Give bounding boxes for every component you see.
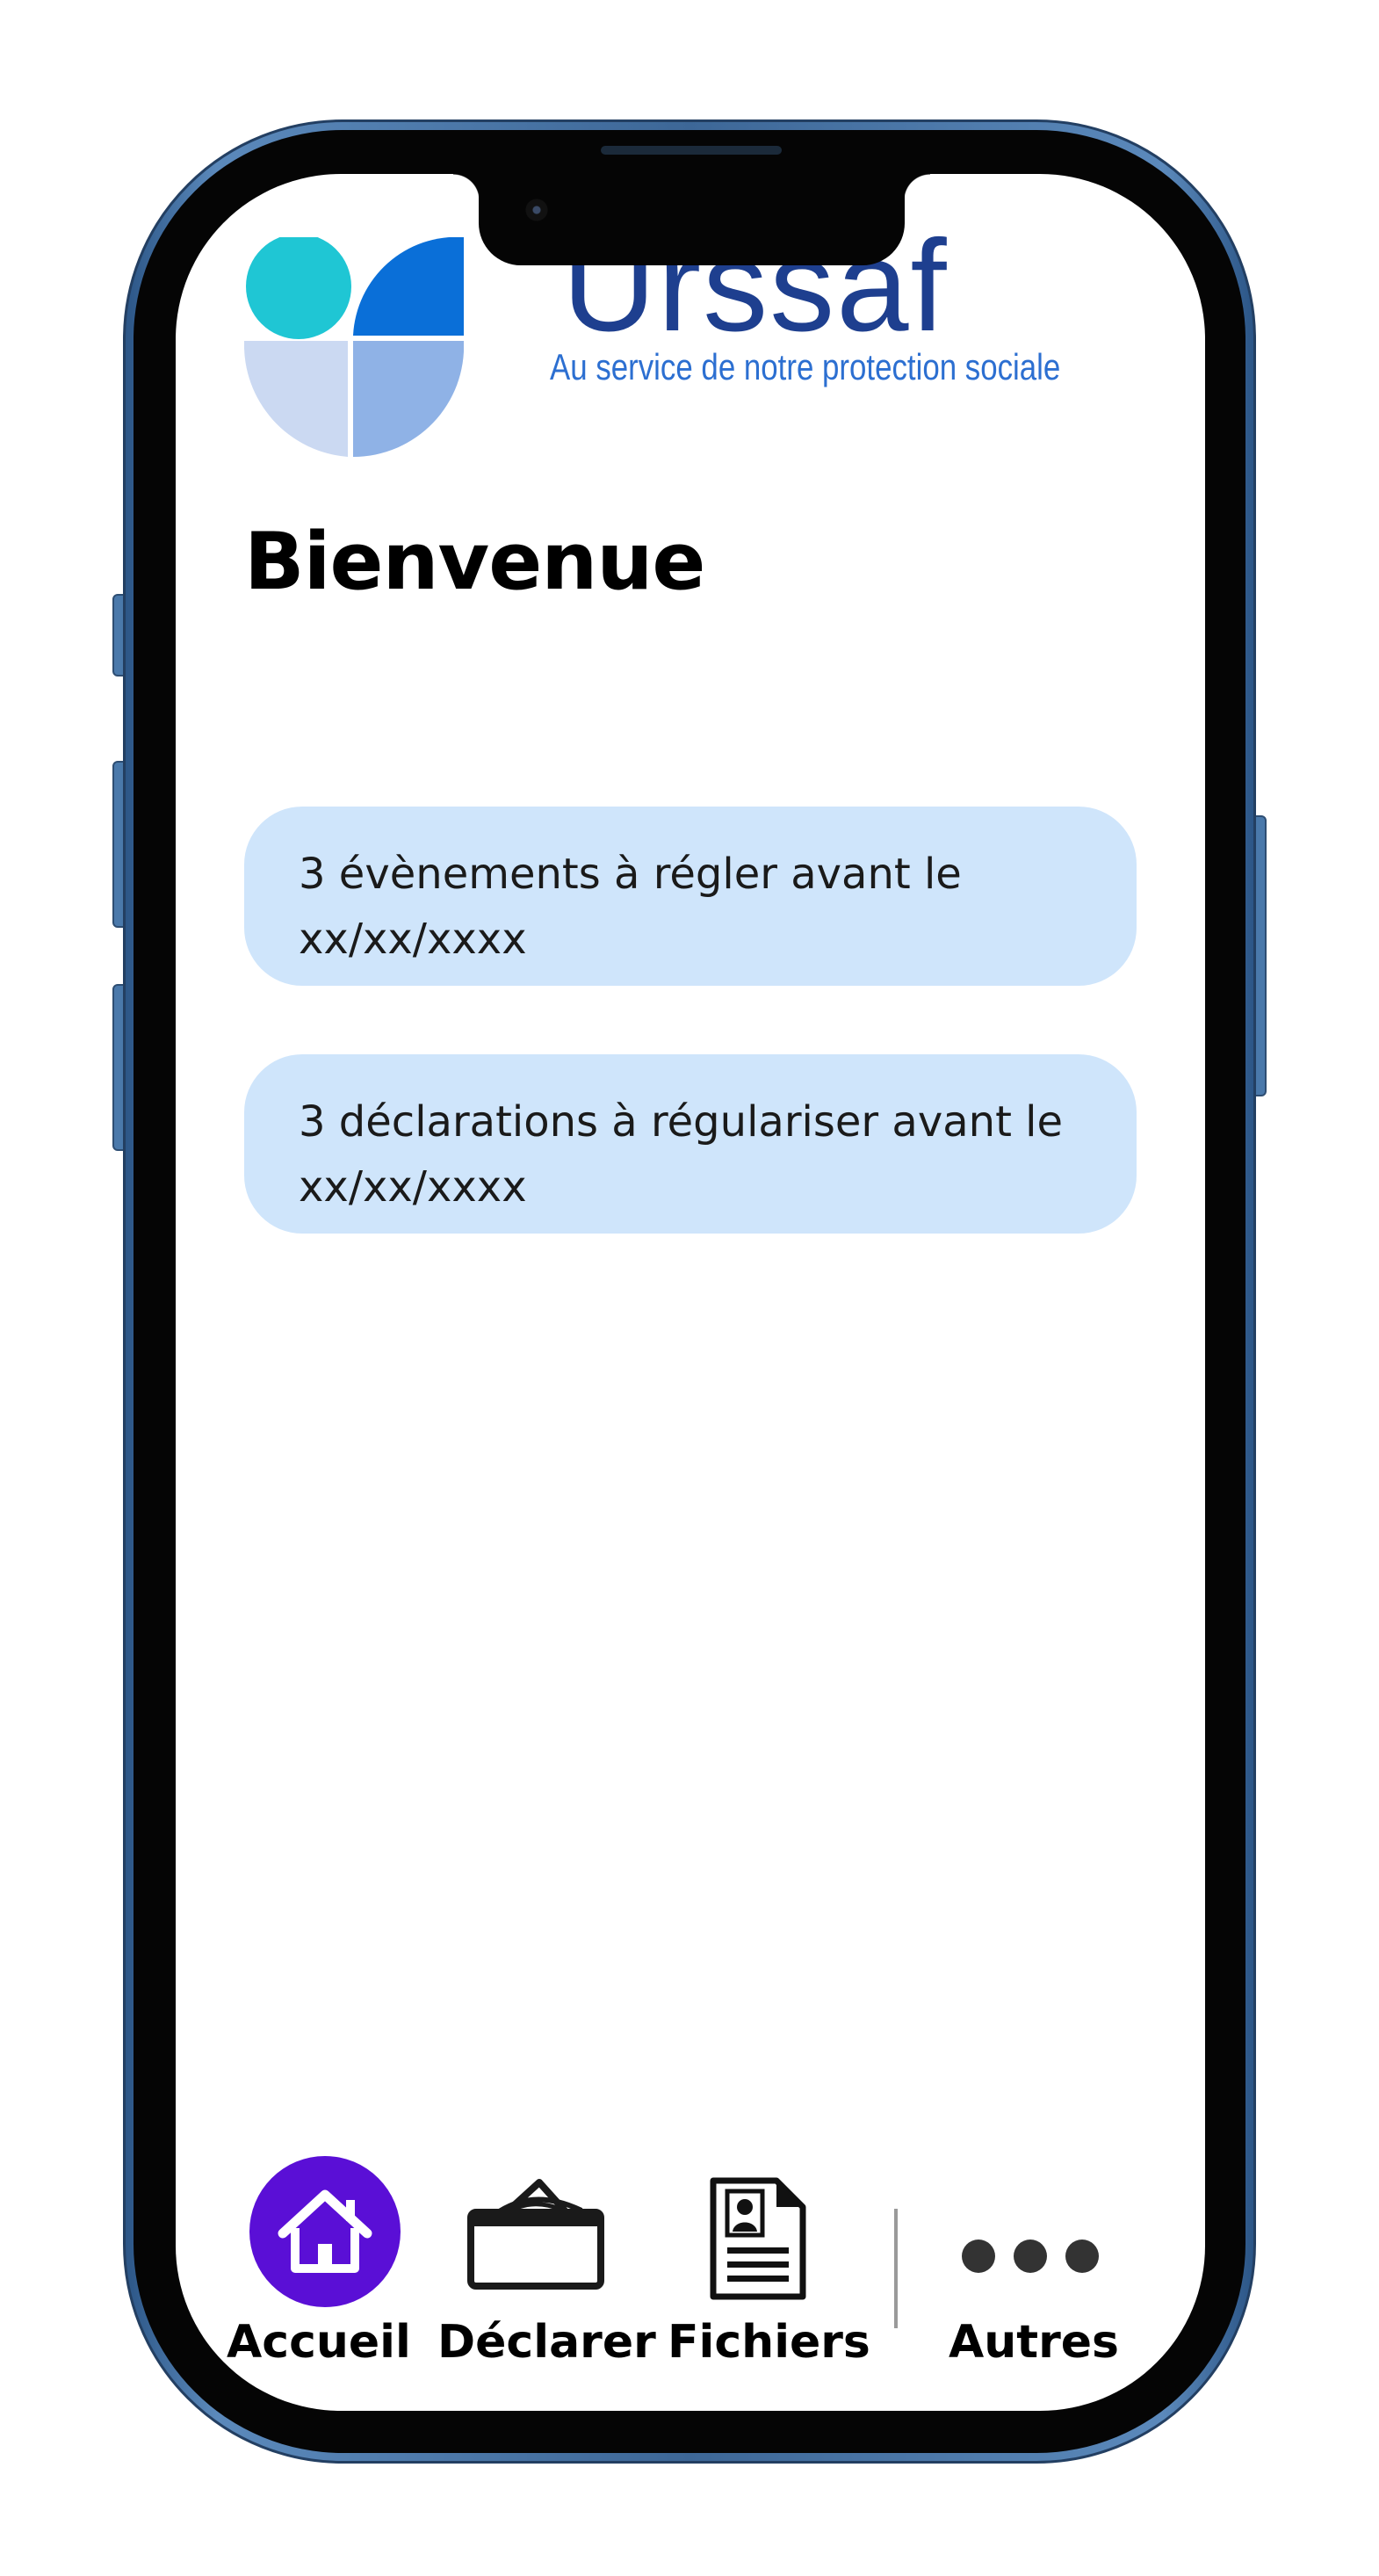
front-camera-icon	[525, 199, 548, 221]
nav-item-declarer[interactable]	[466, 2175, 606, 2293]
document-icon	[710, 2177, 806, 2300]
alert-date: xx/xx/xxxx	[299, 1162, 527, 1212]
phone-screen	[176, 174, 1205, 2411]
alert-text-line: 3 déclarations à régulariser avant le	[299, 1097, 1064, 1147]
nav-divider	[894, 2209, 898, 2328]
urssaf-logo-icon	[244, 237, 464, 457]
page-title: Bienvenue	[244, 516, 705, 608]
more-icon	[962, 2240, 1099, 2273]
nav-label-fichiers[interactable]: Fichiers	[668, 2316, 870, 2369]
alert-text-line: 3 évènements à régler avant le	[299, 850, 962, 899]
alert-text: 3 déclarations à régulariser avant le xx…	[299, 1089, 1084, 1219]
alert-text: 3 évènements à régler avant le xx/xx/xxx…	[299, 842, 1084, 972]
nav-label-accueil[interactable]: Accueil	[227, 2316, 411, 2369]
notch-corner	[904, 174, 930, 200]
nav-label-declarer[interactable]: Déclarer	[437, 2316, 656, 2369]
alert-card-events[interactable]: 3 évènements à régler avant le xx/xx/xxx…	[244, 807, 1137, 986]
phone-device: Urssaf Au service de notre protection so…	[0, 0, 1379, 2576]
earpiece-speaker	[601, 146, 782, 155]
nav-label-autres[interactable]: Autres	[949, 2316, 1119, 2369]
home-icon	[249, 2156, 401, 2307]
nav-item-fichiers[interactable]	[706, 2177, 808, 2302]
power-button	[1254, 815, 1267, 1096]
envelope-declare-icon	[467, 2179, 604, 2290]
alert-card-declarations[interactable]: 3 déclarations à régulariser avant le xx…	[244, 1054, 1137, 1234]
alert-date: xx/xx/xxxx	[299, 915, 527, 964]
nav-item-accueil[interactable]	[249, 2156, 401, 2307]
brand-tagline: Au service de notre protection sociale	[550, 346, 1061, 387]
nav-item-autres[interactable]	[959, 2237, 1101, 2276]
notch-corner	[453, 174, 480, 200]
